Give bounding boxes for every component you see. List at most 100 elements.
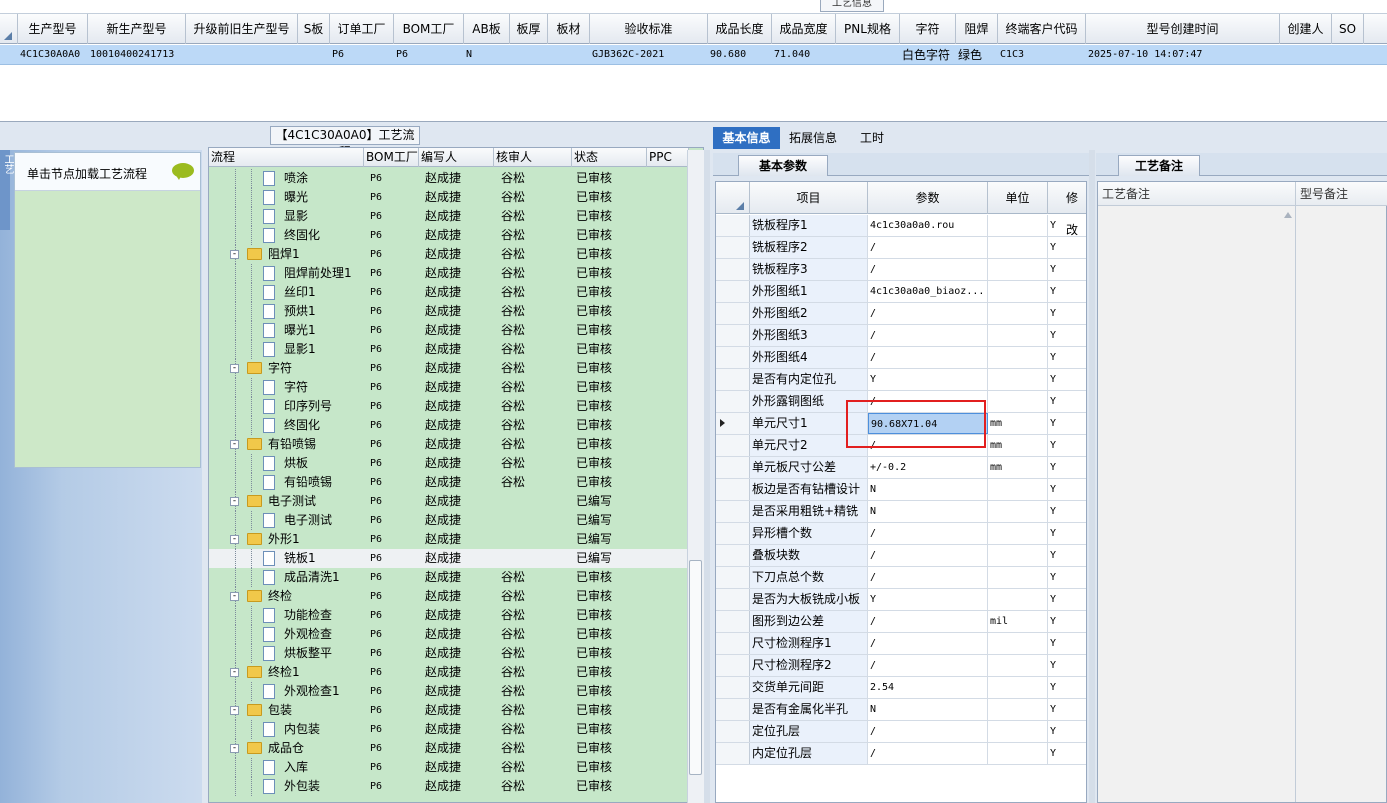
param-mod[interactable]: Y [1048,391,1086,412]
param-value[interactable]: +/-0.2 [868,457,988,478]
cell-s-board[interactable] [298,45,330,65]
collapse-icon[interactable]: - [230,250,239,259]
cell-new-model[interactable]: 10010400241713 [88,45,186,65]
right-splitter[interactable] [1089,150,1095,803]
param-row[interactable]: 是否采用粗铣+精铣 N Y [716,501,1086,523]
param-row[interactable]: 铣板程序2/ Y [716,237,1086,259]
param-unit[interactable] [988,215,1048,236]
param-value[interactable]: Y [868,369,988,390]
param-value[interactable]: / [868,237,988,258]
param-col-item[interactable]: 项目 [750,182,868,214]
param-unit[interactable] [988,677,1048,698]
param-unit[interactable] [988,699,1048,720]
param-mod[interactable]: Y [1048,633,1086,654]
tree-col-writer[interactable]: 编写人 [419,148,494,167]
col-header-length[interactable]: 成品长度 [708,14,772,44]
tree-row[interactable]: - 外形1 P6 赵成捷 已编写 [209,530,689,549]
tree-row[interactable]: 烘板整平 P6 赵成捷 谷松 已审核 [209,644,689,663]
param-row[interactable]: 叠板块数 / Y [716,545,1086,567]
param-mod[interactable]: Y [1048,435,1086,456]
collapse-icon[interactable]: - [230,364,239,373]
col-header-bom-factory[interactable]: BOM工厂 [394,14,464,44]
param-col-unit[interactable]: 单位 [988,182,1048,214]
tab-work-hours[interactable]: 工时 [849,127,895,149]
param-mod[interactable]: Y [1048,545,1086,566]
process-notes-header[interactable]: 工艺备注 [1098,182,1296,206]
param-unit[interactable] [988,479,1048,500]
tree-row[interactable]: 内包装 P6 赵成捷 谷松 已审核 [209,720,689,739]
param-mod[interactable]: Y [1048,281,1086,302]
param-unit[interactable] [988,721,1048,742]
param-mod[interactable]: Y [1048,369,1086,390]
param-unit[interactable] [988,567,1048,588]
collapse-icon[interactable]: - [230,744,239,753]
param-value[interactable]: / [868,259,988,280]
param-value[interactable]: N [868,699,988,720]
param-mod[interactable]: Y [1048,523,1086,544]
tree-row[interactable]: 成品清洗1 P6 赵成捷 谷松 已审核 [209,568,689,587]
collapse-icon[interactable]: - [230,440,239,449]
param-row[interactable]: 外形图纸4/ Y [716,347,1086,369]
tree-row[interactable]: - 包装 P6 赵成捷 谷松 已审核 [209,701,689,720]
tree-row[interactable]: 铣板1 P6 赵成捷 已编写 [209,549,689,568]
cell-so[interactable] [1332,45,1364,65]
tree-row[interactable]: 预烘1 P6 赵成捷 谷松 已审核 [209,302,689,321]
tree-row[interactable]: 入库 P6 赵成捷 谷松 已审核 [209,758,689,777]
collapse-icon[interactable]: - [230,706,239,715]
param-value[interactable]: / [868,655,988,676]
tree-row[interactable]: 烘板 P6 赵成捷 谷松 已审核 [209,454,689,473]
param-row[interactable]: 是否有内定位孔 Y Y [716,369,1086,391]
col-header-thickness[interactable]: 板厚 [510,14,548,44]
param-col-mod[interactable]: 修改 [1048,182,1086,237]
param-mod[interactable]: Y [1048,259,1086,280]
process-notes-area[interactable] [1098,206,1296,802]
param-value[interactable]: Y [868,589,988,610]
param-unit[interactable] [988,523,1048,544]
tree-row[interactable]: 有铅喷锡 P6 赵成捷 谷松 已审核 [209,473,689,492]
tree-row[interactable]: 功能检查 P6 赵成捷 谷松 已审核 [209,606,689,625]
param-row[interactable]: 尺寸检测程序1/ Y [716,633,1086,655]
col-header-so[interactable]: SO [1332,14,1364,44]
col-header-pnl[interactable]: PNL规格 [836,14,900,44]
param-row[interactable]: 尺寸检测程序2/ Y [716,655,1086,677]
param-unit[interactable] [988,325,1048,346]
tab-basic-params[interactable]: 基本参数 [738,155,828,176]
param-mod[interactable]: Y [1048,347,1086,368]
cell-ab-board[interactable]: N [464,45,510,65]
tree-row[interactable]: 字符 P6 赵成捷 谷松 已审核 [209,378,689,397]
col-header-mask[interactable]: 阻焊 [956,14,998,44]
param-mod[interactable]: Y [1048,479,1086,500]
tree-row[interactable]: 曝光 P6 赵成捷 谷松 已审核 [209,188,689,207]
top-tab[interactable]: 工艺信息 [820,0,884,12]
tree-row[interactable]: - 终检 P6 赵成捷 谷松 已审核 [209,587,689,606]
cell-creator[interactable] [1280,45,1332,65]
tree-col-status[interactable]: 状态 [572,148,647,167]
param-unit[interactable] [988,259,1048,280]
col-header-customer[interactable]: 终端客户代码 [998,14,1086,44]
collapse-icon[interactable]: - [230,535,239,544]
param-row[interactable]: 铣板程序3/ Y [716,259,1086,281]
tree-row[interactable]: 终固化 P6 赵成捷 谷松 已审核 [209,416,689,435]
param-row[interactable]: 异形槽个数 / Y [716,523,1086,545]
param-unit[interactable] [988,237,1048,258]
col-header-char[interactable]: 字符 [900,14,956,44]
cell-char[interactable]: 白色字符 [900,45,956,65]
param-row[interactable]: 下刀点总个数 / Y [716,567,1086,589]
param-unit[interactable] [988,391,1048,412]
tree-row[interactable]: - 成品仓 P6 赵成捷 谷松 已审核 [209,739,689,758]
cell-customer[interactable]: C1C3 [998,45,1086,65]
param-row[interactable]: 交货单元间距 2.54 Y [716,677,1086,699]
model-notes-header[interactable]: 型号备注 [1296,182,1387,206]
col-header-s-board[interactable]: S板 [298,14,330,44]
tree-col-ppc[interactable]: PPC [647,148,689,167]
param-mod[interactable]: Y [1048,699,1086,720]
tree-row[interactable]: 阻焊前处理1 P6 赵成捷 谷松 已审核 [209,264,689,283]
param-value[interactable]: 4c1c30a0a0_biaoz... [868,281,988,302]
param-unit[interactable] [988,589,1048,610]
top-grid-row[interactable]: 4C1C30A0A0 10010400241713 P6 P6 N GJB362… [0,45,1387,65]
col-header-ab-board[interactable]: AB板 [464,14,510,44]
tree-row[interactable]: 外观检查1 P6 赵成捷 谷松 已审核 [209,682,689,701]
param-mod[interactable]: Y [1048,457,1086,478]
param-row[interactable]: 内定位孔层 / Y [716,743,1086,765]
param-mod[interactable]: Y [1048,413,1086,434]
